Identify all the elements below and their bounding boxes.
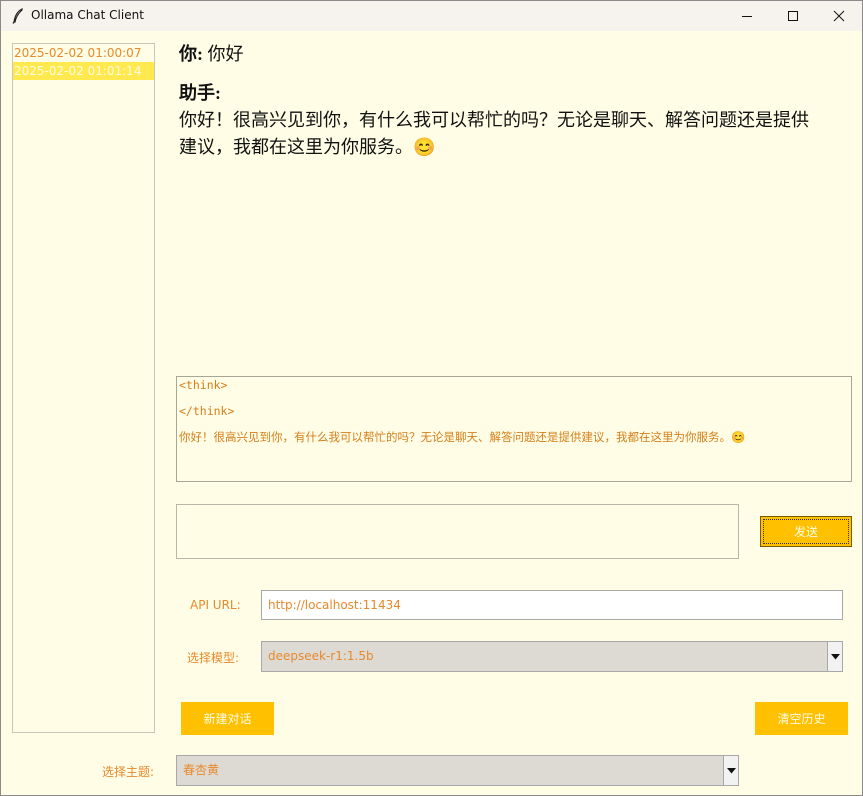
raw-output-box[interactable]: <think> </think> 你好！很高兴见到你，有什么我可以帮忙的吗？无论… — [176, 376, 852, 482]
user-message: 你: 你好 — [179, 41, 849, 68]
api-url-label: API URL: — [190, 598, 241, 612]
maximize-icon — [788, 11, 798, 21]
user-message-text: 你好 — [207, 44, 244, 64]
api-url-input[interactable]: http://localhost:11434 — [261, 590, 843, 620]
raw-output-line: </think> — [179, 404, 235, 418]
raw-output-line: <think> — [179, 378, 228, 392]
close-icon — [833, 10, 845, 22]
title-bar[interactable]: Ollama Chat Client — [1, 1, 862, 31]
assistant-message-line: 你好！很高兴见到你，有什么我可以帮忙的吗？无论是聊天、解答问题还是提供 — [179, 110, 809, 130]
send-button[interactable]: 发送 — [760, 516, 852, 547]
close-button[interactable] — [816, 1, 862, 31]
theme-select[interactable]: 春杏黄 — [176, 755, 739, 786]
model-select-value: deepseek-r1:1.5b — [268, 649, 374, 663]
model-label: 选择模型: — [187, 651, 240, 665]
new-chat-button[interactable]: 新建对话 — [181, 702, 274, 735]
theme-select-value: 春杏黄 — [183, 763, 220, 777]
assistant-role-label: 助手: — [179, 83, 221, 103]
message-input[interactable] — [176, 504, 739, 559]
theme-label: 选择主题: — [102, 765, 155, 779]
history-list[interactable]: 2025-02-02 01:00:07 2025-02-02 01:01:14 — [12, 43, 155, 733]
minimize-icon — [742, 16, 752, 17]
assistant-message: 助手: 你好！很高兴见到你，有什么我可以帮忙的吗？无论是聊天、解答问题还是提供 … — [179, 80, 849, 161]
user-role-label: 你: — [179, 44, 203, 64]
app-window: Ollama Chat Client 2025-02-02 01:00:07 2… — [0, 0, 863, 796]
minimize-button[interactable] — [724, 1, 770, 31]
window-title: Ollama Chat Client — [31, 8, 144, 22]
chat-display: 你: 你好 助手: 你好！很高兴见到你，有什么我可以帮忙的吗？无论是聊天、解答问… — [179, 41, 849, 371]
history-item[interactable]: 2025-02-02 01:00:07 — [13, 44, 154, 62]
raw-output-line: 你好！很高兴见到你，有什么我可以帮忙的吗？无论是聊天、解答问题还是提供建议，我都… — [179, 430, 746, 444]
chevron-down-icon[interactable] — [723, 756, 738, 785]
feather-icon — [12, 8, 23, 24]
maximize-button[interactable] — [770, 1, 816, 31]
chevron-down-icon[interactable] — [827, 642, 842, 671]
clear-history-button[interactable]: 清空历史 — [755, 702, 848, 735]
assistant-message-line: 建议，我都在这里为你服务。😊 — [179, 137, 436, 157]
history-item-selected[interactable]: 2025-02-02 01:01:14 — [13, 62, 154, 80]
model-select[interactable]: deepseek-r1:1.5b — [261, 641, 843, 672]
